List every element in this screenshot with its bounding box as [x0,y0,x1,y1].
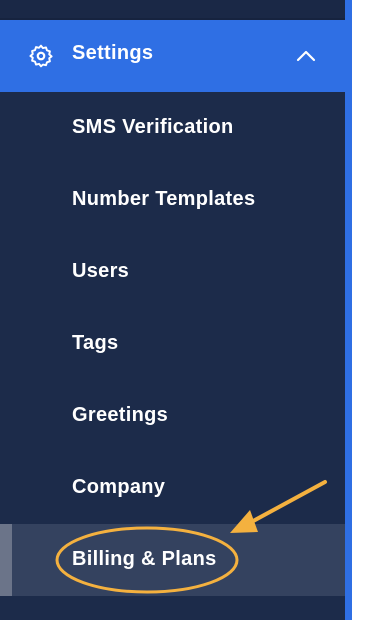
menu-item-label: Tags [72,332,119,354]
settings-label: Settings [72,42,154,64]
sidebar-item-tags[interactable]: Tags [0,308,345,380]
sidebar-item-users[interactable]: Users [0,236,345,308]
sidebar-item-company[interactable]: Company [0,452,345,524]
menu-item-label: Number Templates [72,188,256,210]
sidebar-item-greetings[interactable]: Greetings [0,380,345,452]
sidebar-item-settings[interactable]: Settings [0,20,352,92]
chevron-up-icon[interactable] [294,46,318,66]
menu-item-label: Users [72,260,130,282]
sidebar-top-item[interactable] [0,0,345,20]
active-indicator [0,524,12,596]
sidebar-item-number-templates[interactable]: Number Templates [0,164,345,236]
gear-icon [29,44,53,68]
menu-item-label: Greetings [72,404,169,426]
menu-item-label: SMS Verification [72,116,234,138]
sidebar-item-billing-plans[interactable]: Billing & Plans [0,524,345,596]
sidebar-item-sms-verification[interactable]: SMS Verification [0,92,345,164]
menu-item-label: Billing & Plans [72,548,217,570]
menu-item-label: Company [72,476,166,498]
settings-submenu: SMS Verification Number Templates Users … [0,92,345,596]
sidebar-edge [345,0,352,620]
